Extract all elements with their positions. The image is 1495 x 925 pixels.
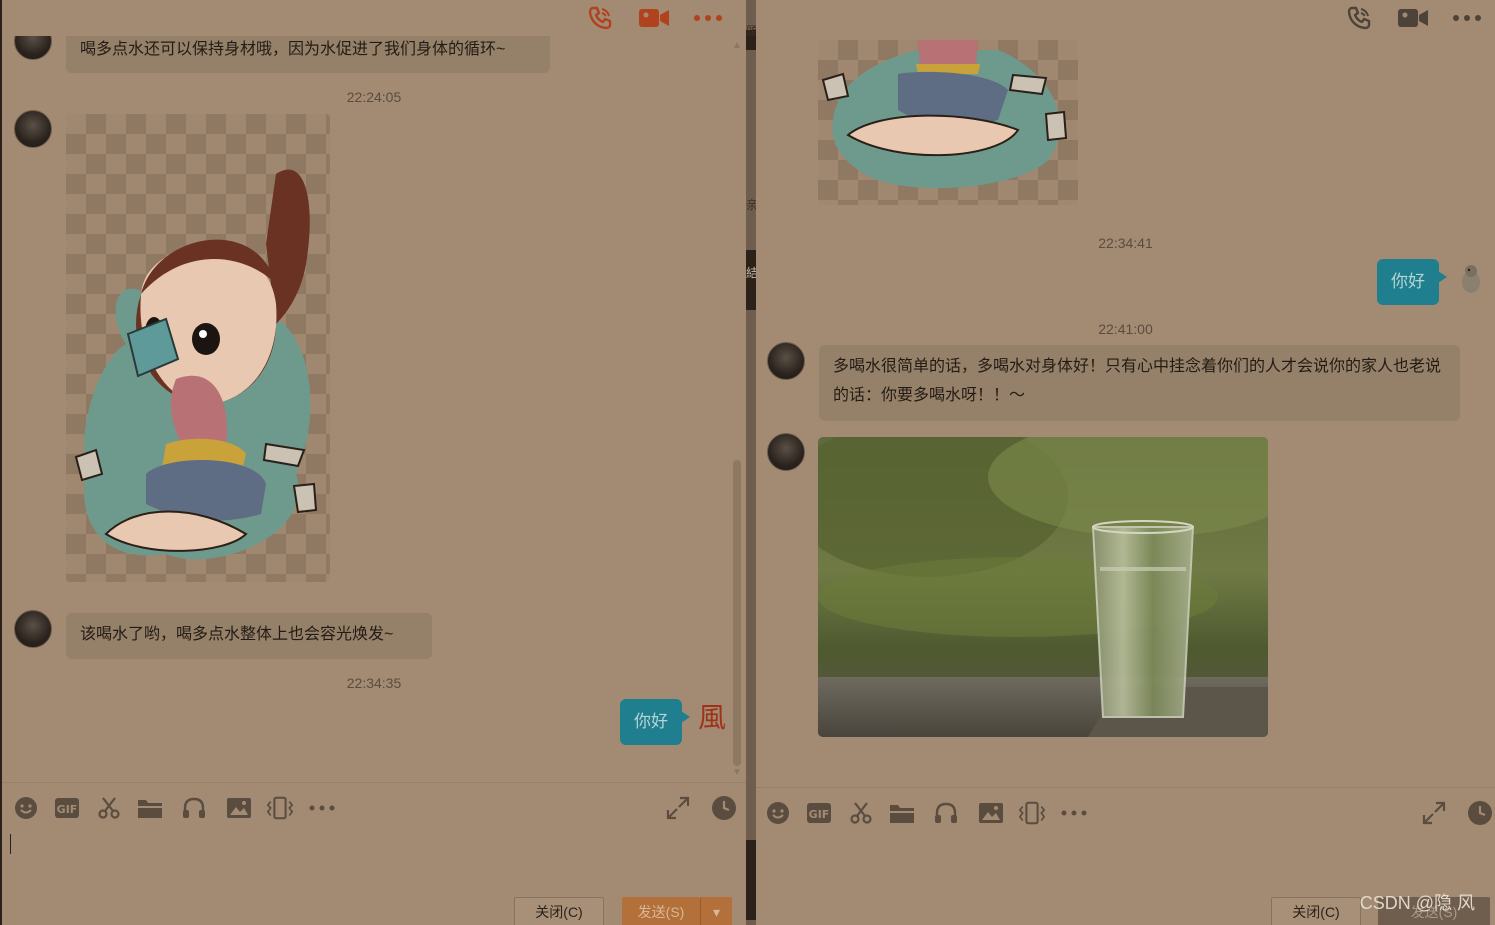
emoji-icon[interactable] — [764, 799, 792, 827]
music-icon[interactable] — [932, 799, 960, 827]
close-button[interactable]: 关闭(C) — [514, 897, 604, 925]
girl-drinking-water-illustration — [821, 40, 1068, 189]
vibrate-icon[interactable] — [266, 794, 294, 822]
divider — [2, 782, 746, 783]
avatar[interactable] — [14, 110, 52, 148]
window-divider: 頭 亲 結 — [746, 0, 758, 925]
timestamp: 22:24:05 — [346, 89, 402, 105]
sticker-image[interactable] — [818, 40, 1078, 205]
water-glass-image — [818, 437, 1268, 737]
phone-icon[interactable] — [1343, 4, 1375, 32]
timestamp: 22:34:35 — [346, 675, 402, 691]
close-button[interactable]: 关闭(C) — [1271, 897, 1361, 925]
timestamp: 22:34:41 — [1098, 235, 1153, 251]
chat-window-left: 喝多点水还可以保持身材哦，因为水促进了我们身体的循环~ 22:24:05 该喝水… — [0, 0, 746, 925]
more-icon[interactable] — [692, 4, 724, 32]
window-topbar — [584, 0, 724, 36]
divider — [756, 787, 1495, 788]
chat-scrollbar[interactable]: ▲ ▼ — [732, 40, 742, 778]
expand-icon[interactable] — [1420, 799, 1448, 827]
my-avatar[interactable] — [1458, 262, 1484, 294]
phone-icon[interactable] — [584, 4, 616, 32]
timestamp: 22:41:00 — [1098, 321, 1153, 337]
message-list: 喝多点水还可以保持身材哦，因为水促进了我们身体的循环~ 22:24:05 该喝水… — [2, 36, 746, 782]
message-bubble: 喝多点水还可以保持身材哦，因为水促进了我们身体的循环~ — [66, 36, 550, 73]
folder-icon[interactable] — [136, 794, 164, 822]
my-message-bubble: 你好 — [620, 699, 690, 745]
my-avatar[interactable]: 風 — [698, 696, 726, 736]
input-toolbar: GIF — [2, 782, 746, 826]
window-topbar — [1343, 0, 1483, 36]
folder-icon[interactable] — [888, 799, 916, 827]
more-icon[interactable] — [1451, 4, 1483, 32]
image-icon[interactable] — [225, 794, 253, 822]
message-bubble: 该喝水了哟，喝多点水整体上也会容光焕发~ — [66, 613, 432, 659]
video-icon[interactable] — [1397, 4, 1429, 32]
svg-text:GIF: GIF — [57, 803, 78, 816]
history-icon[interactable] — [710, 794, 738, 822]
girl-drinking-water-illustration — [74, 169, 318, 560]
emoji-icon[interactable] — [12, 794, 40, 822]
avatar[interactable] — [14, 610, 52, 648]
message-input[interactable] — [6, 826, 742, 886]
avatar[interactable] — [767, 433, 805, 471]
more-icon[interactable] — [308, 794, 336, 822]
message-bubble: 多喝水很简单的话，多喝水对身体好！只有心中挂念着你们的人才会说你的家人也老说的话… — [819, 345, 1460, 421]
avatar[interactable] — [767, 342, 805, 380]
scroll-down-icon[interactable]: ▼ — [732, 767, 742, 778]
gif-icon[interactable]: GIF — [53, 794, 81, 822]
chat-window-right: 22:34:41 你好 22:41:00 多喝水很简单的话，多喝水对身体好！只有… — [756, 0, 1495, 925]
message-input[interactable] — [760, 831, 1491, 891]
vibrate-icon[interactable] — [1018, 799, 1046, 827]
svg-text:GIF: GIF — [809, 808, 830, 821]
input-toolbar: GIF — [756, 787, 1495, 831]
history-icon[interactable] — [1466, 799, 1494, 827]
water-glass-photo[interactable] — [818, 437, 1268, 737]
image-icon[interactable] — [977, 799, 1005, 827]
expand-icon[interactable] — [664, 794, 692, 822]
scissors-icon[interactable] — [95, 794, 123, 822]
video-icon[interactable] — [638, 4, 670, 32]
my-message-bubble: 你好 — [1377, 259, 1447, 305]
avatar[interactable] — [14, 36, 52, 60]
send-button[interactable]: 发送(S) — [622, 897, 700, 925]
scroll-thumb[interactable] — [733, 460, 741, 766]
music-icon[interactable] — [180, 794, 208, 822]
send-options-button[interactable]: ▾ — [700, 897, 732, 925]
more-icon[interactable] — [1060, 799, 1088, 827]
gif-icon[interactable]: GIF — [805, 799, 833, 827]
text-caret — [10, 834, 11, 854]
sticker-image[interactable] — [66, 114, 330, 582]
watermark: CSDN @隐 风 — [1359, 893, 1475, 913]
message-list: 22:34:41 你好 22:41:00 多喝水很简单的话，多喝水对身体好！只有… — [756, 36, 1495, 782]
scissors-icon[interactable] — [847, 799, 875, 827]
scroll-up-icon[interactable]: ▲ — [732, 40, 742, 51]
